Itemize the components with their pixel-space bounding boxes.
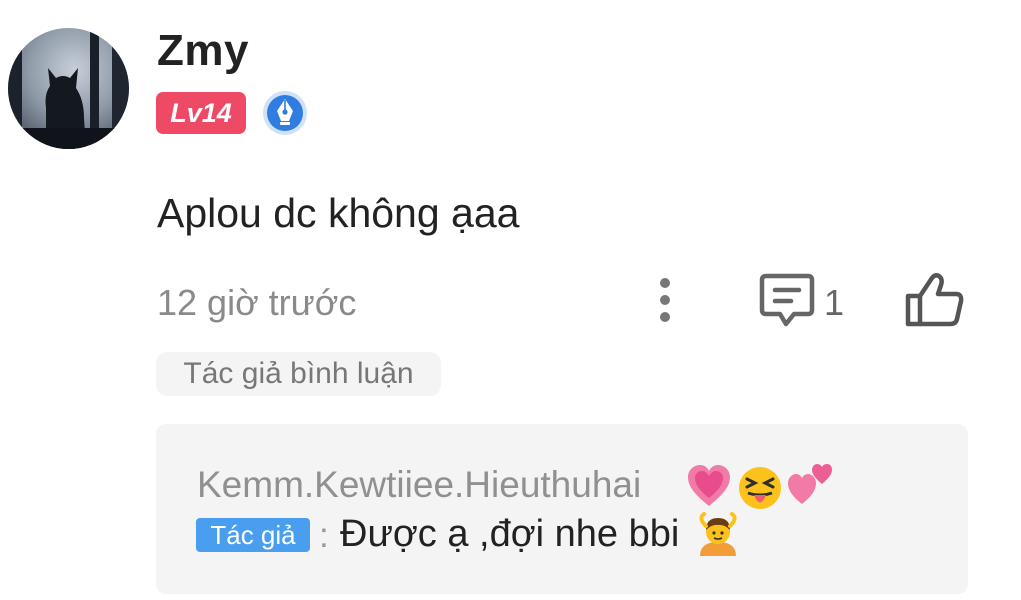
reply-count[interactable]: 1 [824,282,844,324]
comment-text: Aplou dc không ạaa [157,190,520,236]
username[interactable]: Zmy [157,26,249,76]
reply-colon: : [319,516,329,555]
reply-author-tag: Tác giả [196,518,310,552]
comment-bubble-icon[interactable] [758,272,816,328]
pen-nib-badge-icon [262,90,308,136]
avatar[interactable] [8,28,129,149]
growing-heart-emoji [686,464,732,513]
vertical-dots-icon[interactable] [650,276,680,326]
reply-username[interactable]: Kemm.Kewtiiee.Hieuthuhai [197,464,641,506]
comment-timestamp: 12 giờ trước [157,282,357,323]
reply-text: Được ạ ,đợi nhe bbi [340,513,680,555]
level-badge: Lv14 [156,92,246,134]
author-comment-tag: Tác giả bình luận [156,352,441,396]
cat-silhouette-image [8,28,129,149]
squinting-tongue-emoji [738,466,782,515]
thumbs-up-icon[interactable] [904,272,966,328]
reply-preview[interactable]: Kemm.Kewtiiee.Hieuthuhai Tác giả : Được … [156,424,968,594]
revolving-hearts-emoji [786,462,834,513]
person-gesturing-ok-emoji [694,512,742,563]
